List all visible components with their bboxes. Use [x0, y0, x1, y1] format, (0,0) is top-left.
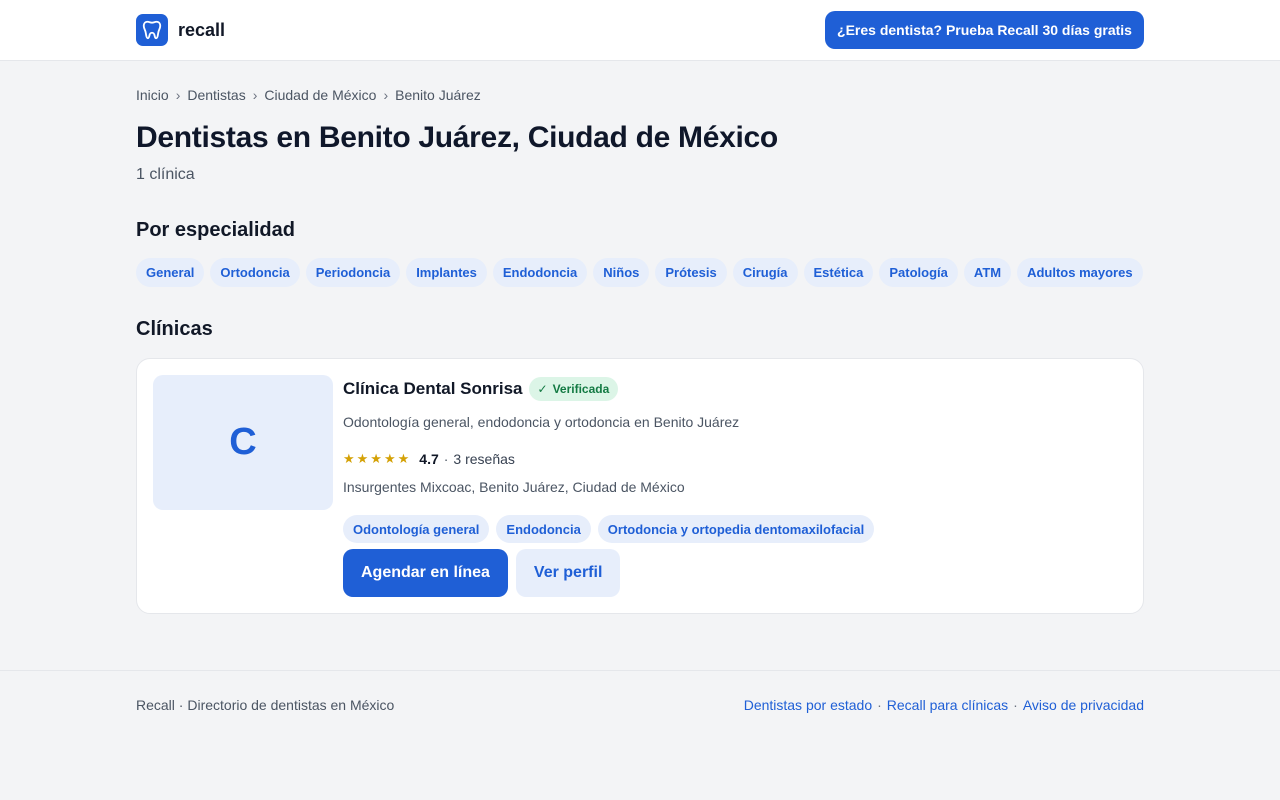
page-title: Dentistas en Benito Juárez, Ciudad de Mé… — [136, 121, 778, 154]
logo-text: recall — [178, 19, 226, 40]
chip-atm[interactable]: ATM — [963, 258, 1012, 287]
top-header: recall ¿Eres dentista? Prueba Recall 30 … — [0, 0, 1280, 61]
clinic-card-body: Clínica Dental Sonrisa ✓ Verificada Odon… — [343, 376, 1123, 597]
chip-periodoncia[interactable]: Periodoncia — [305, 258, 401, 287]
rating-score: 4.7 — [419, 451, 439, 467]
book-online-button[interactable]: Agendar en línea — [343, 549, 508, 597]
breadcrumb-current: Benito Juárez — [395, 87, 481, 103]
chip-protesis[interactable]: Prótesis — [655, 258, 727, 287]
star-rating-icon: ★★★★★ — [343, 451, 412, 466]
clinic-count: 1 clínica — [136, 166, 195, 183]
footer-link-privacidad[interactable]: Aviso de privacidad — [1023, 697, 1144, 713]
tooth-icon — [136, 14, 168, 46]
tag-ortodoncia: Ortodoncia y ortopedia dentomaxilofacial — [597, 515, 875, 543]
rating-separator: · — [443, 451, 449, 467]
breadcrumb-ciudad[interactable]: Ciudad de México — [264, 87, 376, 103]
view-profile-button[interactable]: Ver perfil — [515, 549, 621, 597]
footer-link-clinicas[interactable]: Recall para clínicas — [887, 697, 1008, 713]
footer-links: Dentistas por estado · Recall para clíni… — [744, 697, 1144, 713]
chip-patologia[interactable]: Patología — [879, 258, 958, 287]
footer-separator: · — [877, 697, 882, 713]
footer-separator: · — [1013, 697, 1018, 713]
breadcrumb-separator: › — [175, 87, 181, 103]
tag-odontologia-general: Odontología general — [343, 515, 490, 543]
breadcrumb: Inicio › Dentistas › Ciudad de México › … — [136, 87, 481, 103]
clinic-avatar: C — [153, 375, 333, 510]
breadcrumb-inicio[interactable]: Inicio — [136, 87, 169, 103]
chip-adultos-mayores[interactable]: Adultos mayores — [1017, 258, 1143, 287]
clinic-specialty-tags: Odontología general Endodoncia Ortodonci… — [343, 515, 875, 543]
clinics-section-title: Clínicas — [136, 318, 213, 340]
tag-endodoncia: Endodoncia — [496, 515, 591, 543]
breadcrumb-separator: › — [383, 87, 389, 103]
verified-label: Verificada — [552, 382, 610, 396]
clinic-card: C Clínica Dental Sonrisa ✓ Verificada Od… — [136, 358, 1144, 614]
chip-estetica[interactable]: Estética — [803, 258, 874, 287]
rating-row: ★★★★★ 4.7 · 3 reseñas — [343, 451, 515, 467]
check-icon: ✓ — [537, 382, 548, 396]
review-count: 3 reseñas — [453, 451, 515, 467]
chip-ortodoncia[interactable]: Ortodoncia — [210, 258, 300, 287]
footer: Recall · Directorio de dentistas en Méxi… — [0, 670, 1280, 800]
clinic-actions: Agendar en línea Ver perfil — [343, 549, 621, 597]
clinic-name[interactable]: Clínica Dental Sonrisa — [343, 379, 523, 399]
chip-ninos[interactable]: Niños — [593, 258, 650, 287]
specialty-chips: General Ortodoncia Periodoncia Implantes… — [136, 258, 1143, 287]
specialty-section-title: Por especialidad — [136, 219, 295, 241]
breadcrumb-separator: › — [252, 87, 258, 103]
verified-badge: ✓ Verificada — [528, 377, 619, 401]
breadcrumb-dentistas[interactable]: Dentistas — [187, 87, 245, 103]
footer-link-estados[interactable]: Dentistas por estado — [744, 697, 872, 713]
logo-link[interactable]: recall — [136, 14, 225, 46]
try-free-button[interactable]: ¿Eres dentista? Prueba Recall 30 días gr… — [825, 11, 1144, 49]
chip-endodoncia[interactable]: Endodoncia — [492, 258, 588, 287]
footer-copyright: Recall · Directorio de dentistas en Méxi… — [136, 697, 395, 713]
chip-implantes[interactable]: Implantes — [406, 258, 487, 287]
clinic-description: Odontología general, endodoncia y ortodo… — [343, 414, 740, 430]
chip-general[interactable]: General — [136, 258, 205, 287]
clinic-name-row: Clínica Dental Sonrisa ✓ Verificada — [343, 376, 1123, 402]
chip-cirugia[interactable]: Cirugía — [732, 258, 798, 287]
clinic-address: Insurgentes Mixcoac, Benito Juárez, Ciud… — [343, 479, 685, 495]
